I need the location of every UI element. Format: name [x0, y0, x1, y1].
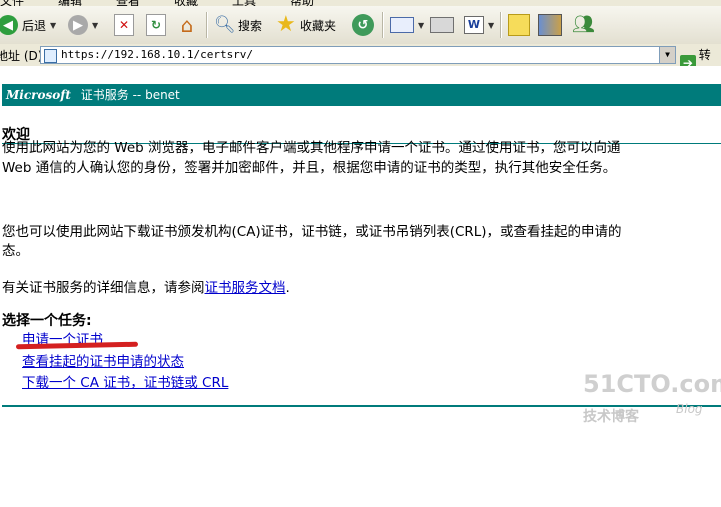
- home-button[interactable]: ⌂: [176, 10, 198, 40]
- header-title: 证书服务 -- benet: [80, 88, 180, 102]
- search-icon: 🔍︎: [214, 15, 236, 35]
- toolbar-separator: [500, 12, 502, 38]
- word-icon: W: [464, 16, 484, 34]
- mail-icon: [390, 17, 414, 33]
- task-heading: 选择一个任务:: [2, 313, 92, 329]
- chevron-down-icon[interactable]: ▼: [418, 21, 424, 30]
- forward-button[interactable]: ▶ ▼: [68, 10, 98, 40]
- back-arrow-icon: ◀: [0, 15, 18, 35]
- refresh-icon: ↻: [146, 14, 166, 36]
- edit-button[interactable]: W ▼: [464, 10, 494, 40]
- info-suffix: .: [285, 280, 290, 296]
- intro-paragraph-line-1: 使用此网站为您的 Web 浏览器，电子邮件客户端或其他程序申请一个证书。通过使用…: [2, 140, 621, 156]
- address-label: 地址 (D): [0, 49, 43, 63]
- note-icon: [508, 14, 530, 36]
- chevron-down-icon[interactable]: ▼: [92, 21, 98, 30]
- chevron-down-icon[interactable]: ▼: [50, 21, 56, 30]
- refresh-button[interactable]: ↻: [146, 10, 166, 40]
- info-paragraph: 有关证书服务的详细信息，请参阅证书服务文档.: [2, 276, 290, 296]
- home-icon: ⌂: [180, 13, 194, 37]
- history-icon: ↺: [352, 14, 374, 36]
- download-ca-link[interactable]: 下载一个 CA 证书，证书链或 CRL: [22, 371, 228, 391]
- back-button[interactable]: ◀ 后退 ▼: [0, 10, 56, 40]
- forward-arrow-icon: ▶: [68, 15, 88, 35]
- stop-icon: ✕: [114, 14, 134, 36]
- watermark-blog: Blog: [676, 402, 703, 416]
- search-label: 搜索: [238, 18, 263, 33]
- printer-icon: [430, 17, 454, 33]
- research-button[interactable]: [538, 10, 562, 40]
- mail-button[interactable]: ▼: [390, 10, 424, 40]
- address-url[interactable]: https://192.168.10.1/certsrv/: [61, 47, 253, 63]
- star-icon: ★: [276, 12, 296, 37]
- address-input[interactable]: https://192.168.10.1/certsrv/ ▼: [40, 46, 676, 64]
- watermark-subtitle: 技术博客: [583, 409, 639, 425]
- watermark-logo: 51CTO.com: [583, 370, 721, 398]
- address-bar: 地址 (D) https://192.168.10.1/certsrv/ ▼ ➔…: [0, 44, 721, 79]
- back-label: 后退: [22, 18, 47, 33]
- search-button[interactable]: 🔍︎ 搜索: [214, 10, 262, 40]
- header-bar: Microsoft 证书服务 -- benet: [2, 84, 721, 106]
- intro-paragraph-line-2: Web 通信的人确认您的身份，签署并加密邮件，并且，根据您申请的证书的类型，执行…: [2, 160, 617, 176]
- messenger-icon: 👥︎: [572, 14, 595, 35]
- chevron-down-icon[interactable]: ▼: [659, 47, 675, 63]
- download-paragraph-line-1: 您也可以使用此网站下载证书颁发机构(CA)证书，证书链，或证书吊销列表(CRL)…: [2, 224, 622, 240]
- favorites-button[interactable]: ★ 收藏夹: [276, 10, 336, 40]
- toolbar-separator: [206, 12, 208, 38]
- docs-link[interactable]: 证书服务文档: [205, 280, 286, 296]
- stop-button[interactable]: ✕: [114, 10, 134, 40]
- standard-toolbar: ◀ 后退 ▼ ▶ ▼ ✕ ↻ ⌂ 🔍︎ 搜索 ★ 收藏夹 ↺ ▼ W ▼ 👥︎: [0, 6, 721, 45]
- info-prefix: 有关证书服务的详细信息，请参阅: [2, 280, 205, 296]
- page-icon: [44, 49, 57, 63]
- favorites-label: 收藏夹: [300, 18, 337, 33]
- pending-status-link[interactable]: 查看挂起的证书申请的状态: [22, 350, 184, 370]
- download-paragraph-line-2: 态。: [2, 243, 29, 259]
- chevron-down-icon[interactable]: ▼: [488, 21, 494, 30]
- print-button[interactable]: [430, 10, 454, 40]
- books-icon: [538, 14, 562, 36]
- toolbar-separator: [382, 12, 384, 38]
- discuss-button[interactable]: [508, 10, 530, 40]
- history-button[interactable]: ↺: [352, 10, 374, 40]
- messenger-button[interactable]: 👥︎: [572, 10, 595, 40]
- page-content: Microsoft 证书服务 -- benet 欢迎 使用此网站为您的 Web …: [0, 66, 721, 507]
- brand-name: Microsoft: [6, 88, 71, 102]
